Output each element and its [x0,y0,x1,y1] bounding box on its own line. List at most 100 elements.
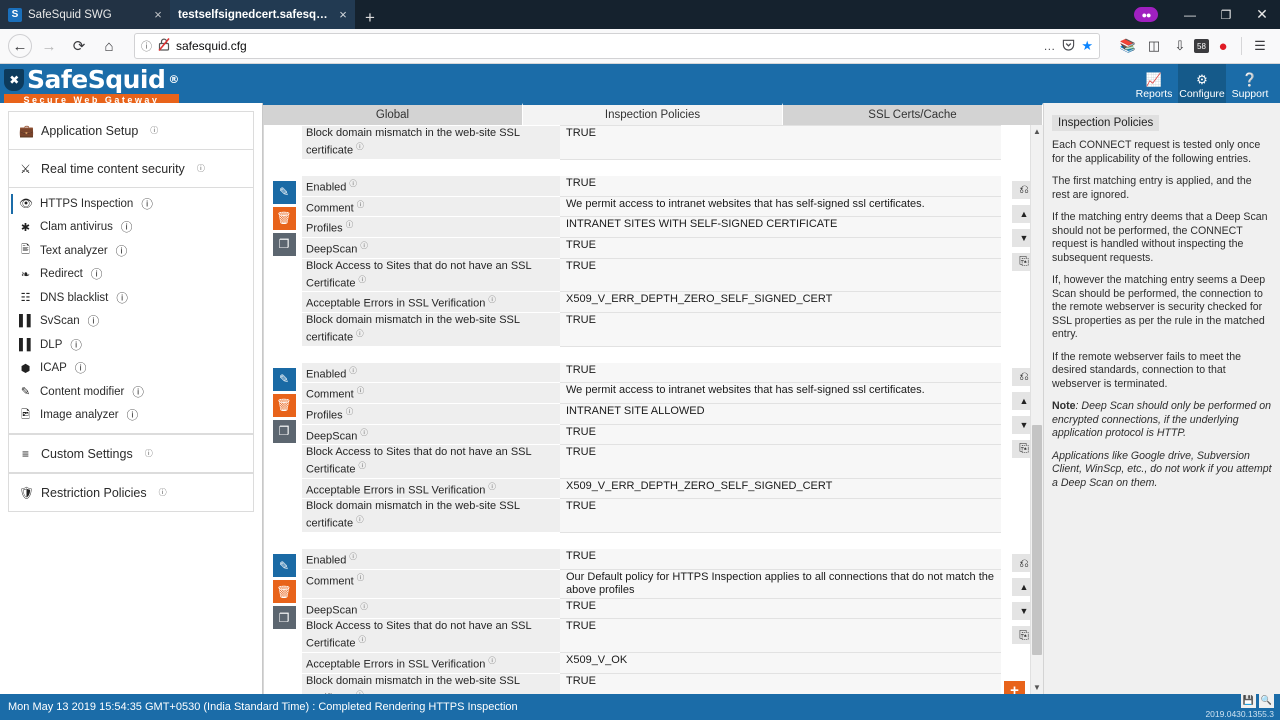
policy-field-row[interactable]: Block domain mismatch in the web-site SS… [302,312,1001,347]
sidebar-item-custom-settings[interactable]: ≡ Custom Settings ⓘ [9,435,253,472]
help-icon[interactable]: ⓘ [488,295,496,304]
scroll-down-arrow-icon[interactable]: ▼ [1031,681,1043,694]
downloads-icon[interactable]: ⇩ [1168,34,1192,58]
help-icon[interactable]: ⓘ [116,290,128,306]
policy-field-row[interactable]: Block domain mismatch in the web-site SS… [302,673,1001,694]
help-icon[interactable]: ⓘ [121,219,133,235]
help-icon[interactable]: ⓘ [359,275,367,284]
extension-badge-icon[interactable]: ●● [1134,7,1158,22]
sidebar-item-real-time-content-security[interactable]: ⚔ Real time content security ⓘ [9,150,253,187]
field-value[interactable]: X509_V_ERR_DEPTH_ZERO_SELF_SIGNED_CERT [560,292,1001,313]
sidebar-item-restriction-policies[interactable]: 🛡 Restriction Policies ⓘ [9,474,253,511]
field-value[interactable]: TRUE [560,598,1001,620]
help-icon[interactable]: ⓘ [150,125,158,136]
url-text[interactable]: safesquid.cfg [176,39,1037,53]
field-value[interactable]: TRUE [560,499,1001,534]
browser-tab-testselfsignedcert[interactable]: testselfsignedcert.safesquid.local/ × [170,0,355,29]
tab-ssl-certs-cache[interactable]: SSL Certs/Cache [783,103,1043,125]
reload-button-icon[interactable]: ⟳ [66,33,92,59]
edit-policy-button[interactable]: ✎ [272,367,296,391]
help-icon[interactable]: ⓘ [70,337,82,353]
policy-field-row[interactable]: Enabled ⓘ TRUE [302,549,1001,570]
field-value[interactable]: TRUE [560,549,1001,570]
edit-policy-button[interactable]: ✎ [272,180,296,204]
opera-red-icon[interactable]: ● [1211,34,1235,58]
sidebar-item-content-modifier[interactable]: ✎ Content modifier ⓘ [9,380,253,404]
help-icon[interactable]: ⓘ [127,407,139,423]
policy-field-row[interactable]: Comment ⓘ We permit access to intranet we… [302,383,1001,404]
help-icon[interactable]: ⓘ [488,656,496,665]
policy-field-row[interactable]: Acceptable Errors in SSL Verificationⓘ X… [302,653,1001,674]
library-icon[interactable]: 📚 [1116,34,1140,58]
policy-field-row[interactable]: Enabled ⓘ TRUE [302,175,1001,197]
menu-icon[interactable]: ☰ [1248,34,1272,58]
help-icon[interactable]: ⓘ [346,220,354,229]
field-value[interactable]: We permit access to intranet websites th… [560,383,1001,404]
home-button-icon[interactable]: ⌂ [96,33,122,59]
sidebar-group-application-setup[interactable]: 💼 Application Setup ⓘ [8,111,254,150]
field-value[interactable]: INTRANET SITES WITH SELF-SIGNED CERTIFIC… [560,217,1001,238]
policy-field-row[interactable]: DeepScan ⓘ TRUE [302,237,1001,259]
field-value[interactable]: TRUE [560,673,1001,694]
search-icon[interactable]: 🔍 [1259,693,1274,708]
tab-inspection-policies[interactable]: Inspection Policies [523,103,783,125]
page-actions-icon[interactable]: … [1043,39,1056,53]
save-icon[interactable]: 💾 [1241,693,1256,708]
field-value[interactable]: TRUE [560,175,1001,197]
delete-policy-button[interactable]: 🗑 [272,393,296,417]
delete-policy-button[interactable]: 🗑 [272,580,296,604]
sidebar-group-custom-settings[interactable]: ≡ Custom Settings ⓘ [8,434,254,473]
policy-field-row[interactable]: Comment ⓘ We permit access to intranet we… [302,196,1001,218]
policy-field-row[interactable]: Profiles ⓘ INTRANET SITES WITH SELF-SIGNE… [302,217,1001,238]
sidebar-item-https-inspection[interactable]: 👁 HTTPS Inspection ⓘ [9,192,253,216]
help-icon[interactable]: ⓘ [360,602,368,611]
field-value[interactable]: Our Default policy for HTTPS Inspection … [560,569,1001,599]
forward-button-icon[interactable]: → [36,33,62,59]
sidebar-item-clam-antivirus[interactable]: ✱ Clam antivirus ⓘ [9,216,253,240]
add-policy-button[interactable]: + [1004,681,1025,694]
help-icon[interactable]: ⓘ [360,241,368,250]
edit-policy-button[interactable]: ✎ [272,554,296,578]
broken-lock-icon[interactable] [158,37,170,54]
sidebar-group-real-time-content-security[interactable]: ⚔ Real time content security ⓘ [8,150,254,188]
sidebar-item-image-analyzer[interactable]: 🖻 Image analyzer ⓘ [9,404,253,428]
help-icon[interactable]: ⓘ [359,635,367,644]
help-icon[interactable]: ⓘ [141,196,153,212]
help-icon[interactable]: ⓘ [356,329,364,338]
copy-policy-button[interactable]: ❐ [272,232,296,256]
delete-policy-button[interactable]: 🗑 [272,206,296,230]
sidebar-item-redirect[interactable]: ❧ Redirect ⓘ [9,263,253,287]
scrollbar-thumb[interactable] [1032,425,1042,655]
help-icon[interactable]: ⓘ [357,386,365,395]
field-value[interactable]: TRUE [560,445,1001,479]
help-icon[interactable]: ⓘ [359,461,367,470]
policy-field-row[interactable]: Enabled ⓘ TRUE [302,362,1001,384]
help-icon[interactable]: ⓘ [349,366,357,375]
policy-field-row[interactable]: DeepScan ⓘ TRUE [302,598,1001,620]
field-value[interactable]: X509_V_ERR_DEPTH_ZERO_SELF_SIGNED_CERT [560,478,1001,500]
help-icon[interactable]: ⓘ [145,448,153,459]
policy-field-row[interactable]: Comment ⓘ Our Default policy for HTTPS In… [302,569,1001,599]
field-value[interactable]: TRUE [560,237,1001,259]
window-minimize-button[interactable]: — [1172,8,1208,22]
policy-field-row[interactable]: Block Access to Sites that do not have a… [302,619,1001,654]
help-icon[interactable]: ⓘ [357,200,365,209]
sidebar-item-dlp[interactable]: ▌▌ DLP ⓘ [9,333,253,357]
browser-tab-safesquid-swg[interactable]: S SafeSquid SWG × [0,0,170,29]
field-value[interactable]: INTRANET SITE ALLOWED [560,403,1001,425]
help-icon[interactable]: ⓘ [356,515,364,524]
policy-field-row[interactable]: Block Access to Sites that do not have a… [302,258,1001,293]
page-info-icon[interactable]: ⓘ [141,38,152,54]
safesquid-logo[interactable]: ✖ SafeSquid ® Secure Web Gateway [0,67,179,106]
screenshot-icon[interactable]: 58 [1194,39,1209,53]
new-tab-button[interactable]: + [355,9,385,29]
field-value[interactable]: TRUE [560,258,1001,293]
back-button-icon[interactable]: ← [8,34,32,58]
policy-field-row[interactable]: Block domain mismatch in the web-site SS… [302,126,1001,160]
sidebar-item-icap[interactable]: ⬢ ICAP ⓘ [9,357,253,381]
help-icon[interactable]: ⓘ [488,482,496,491]
sidebar-icon[interactable]: ◫ [1142,34,1166,58]
url-bar[interactable]: ⓘ safesquid.cfg … ★ [134,33,1100,59]
help-icon[interactable]: ⓘ [159,487,167,498]
window-close-button[interactable]: ✕ [1244,6,1280,23]
